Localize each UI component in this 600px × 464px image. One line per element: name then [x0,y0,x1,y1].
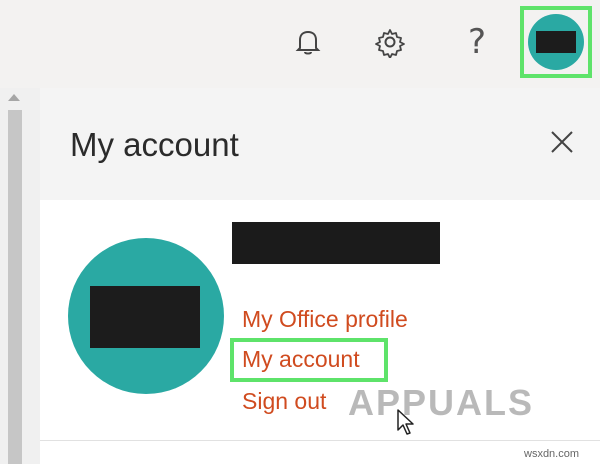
scroll-thumb[interactable] [8,110,22,464]
mouse-cursor-icon [396,408,416,436]
scroll-up-arrow-icon[interactable] [8,94,20,101]
my-account-link[interactable]: My account [242,346,360,373]
top-bar: ? [0,0,600,84]
panel-header: My account [40,88,600,200]
watermark: APPUALS [348,382,535,423]
help-icon[interactable]: ? [462,22,492,62]
redacted-initials [536,31,576,53]
avatar-highlight [520,6,592,78]
sign-out-link[interactable]: Sign out [242,388,326,415]
scrollbar[interactable] [0,88,40,464]
close-icon[interactable] [548,128,576,156]
bell-icon[interactable] [288,22,328,62]
site-credit: wsxdn.com [524,448,580,460]
my-office-profile-link[interactable]: My Office profile [242,306,408,333]
profile-avatar [68,238,224,394]
avatar[interactable] [528,14,584,70]
redacted-initials [90,286,200,348]
panel-title: My account [70,126,239,163]
redacted-user-name [232,222,440,264]
gear-icon[interactable] [370,22,410,62]
panel-divider [40,440,600,441]
